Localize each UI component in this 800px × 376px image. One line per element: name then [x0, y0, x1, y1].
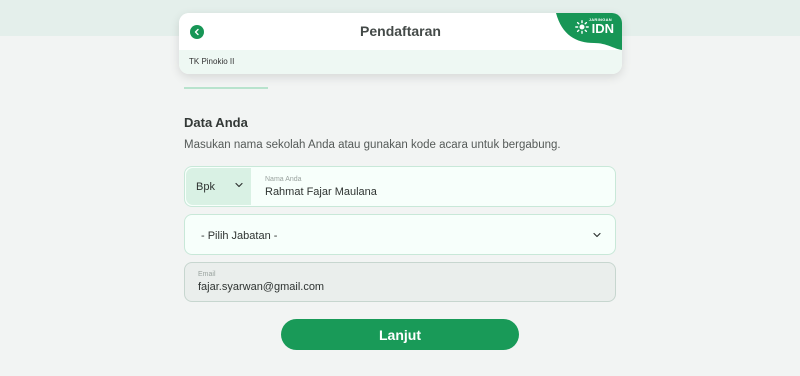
brand-logo: IDN [574, 17, 614, 36]
name-label: Nama Anda [265, 176, 302, 183]
email-input[interactable] [198, 281, 598, 293]
chevron-down-icon [593, 232, 601, 238]
next-button[interactable]: Lanjut [281, 319, 519, 350]
brand-name: IDN [591, 21, 614, 36]
brand-logo-icon [574, 19, 589, 34]
chevron-down-icon [235, 182, 243, 188]
position-select[interactable]: - Pilih Jabatan - [184, 214, 616, 255]
section-title: Data Anda [184, 115, 248, 130]
progress-indicator [184, 87, 268, 89]
position-placeholder: - Pilih Jabatan - [201, 230, 278, 242]
name-input[interactable] [265, 186, 595, 198]
email-field: Email [184, 262, 616, 302]
section-description: Masukan nama sekolah Anda atau gunakan k… [184, 139, 561, 151]
name-field: Bpk Nama Anda [184, 166, 616, 207]
email-label: Email [198, 271, 216, 278]
school-name: TK Pinokio II [179, 50, 622, 74]
header-bar: Pendaftaran JARINGAN IDN [179, 13, 622, 50]
salutation-select[interactable]: Bpk [186, 168, 251, 205]
salutation-value: Bpk [196, 181, 215, 193]
header-card: Pendaftaran JARINGAN IDN TK Pinokio II [179, 13, 622, 74]
